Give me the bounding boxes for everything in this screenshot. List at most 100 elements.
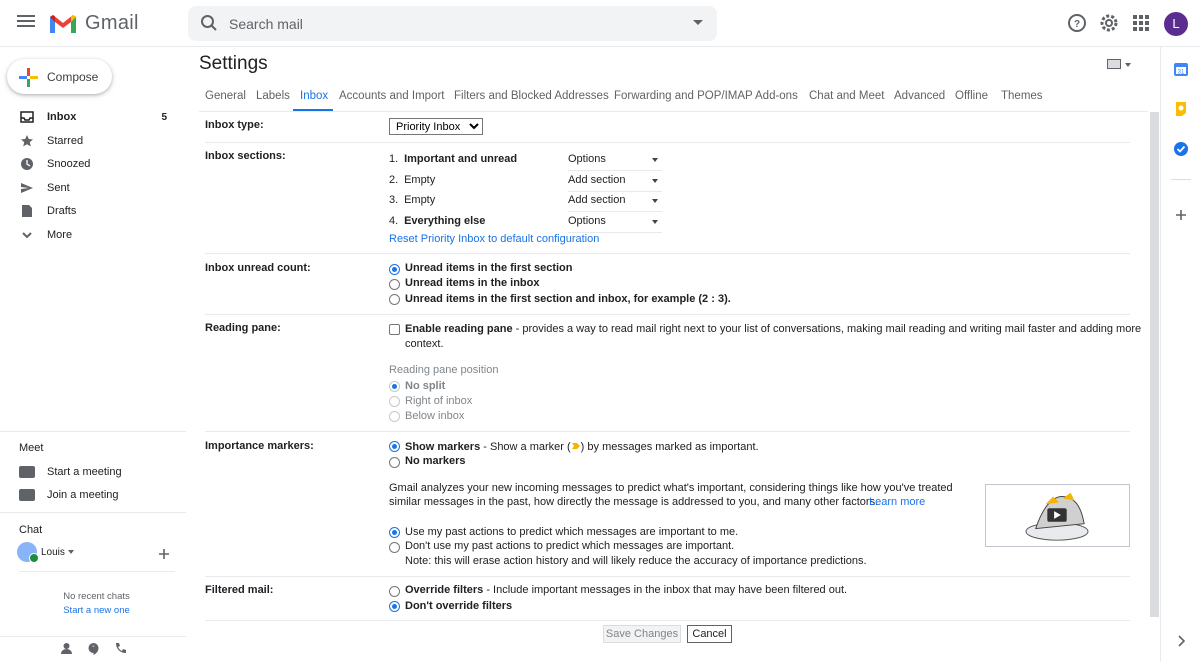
nav-item-starred[interactable]: Starred [0,130,180,152]
side-panel: 31 [1160,47,1200,662]
tab-themes[interactable]: Themes [1001,90,1043,102]
position-option-label: Right of inbox [405,395,473,407]
inbox-sections-label: Inbox sections: [205,150,286,162]
importance-video-thumbnail[interactable] [985,484,1130,547]
section-1-options-dropdown[interactable]: Options [568,153,662,171]
reading-pane-label: Reading pane: [205,322,281,334]
status-caret-icon [67,550,74,554]
unread-count-label: Inbox unread count: [205,262,311,274]
keep-icon[interactable] [1173,101,1189,117]
chevron-down-icon [22,232,32,239]
no-markers-radio[interactable] [389,457,400,468]
section-2-add-dropdown[interactable]: Add section [568,174,662,192]
show-markers-radio[interactable] [389,441,400,452]
main-menu-icon[interactable] [14,12,38,36]
tab-add-ons[interactable]: Add-ons [755,90,798,102]
search-icon[interactable] [200,14,218,32]
dont-use-past-actions-radio[interactable] [389,542,400,553]
gmail-wordmark: Gmail [85,12,139,34]
phone-icon[interactable] [114,642,127,655]
nav-item-inbox[interactable]: Inbox 5 [0,106,180,128]
right-of-inbox-radio[interactable] [389,396,400,407]
nav-item-label: Snoozed [47,158,91,170]
nav-item-more[interactable]: More [0,224,180,246]
tab-offline[interactable]: Offline [955,90,988,102]
unread-inbox-radio[interactable] [389,279,400,290]
nav-item-label: Inbox [47,111,77,123]
bottom-divider [0,636,186,637]
search-input[interactable] [229,14,669,34]
input-tools-caret-icon[interactable] [1125,63,1131,67]
section-name: Empty [404,194,436,206]
compose-button[interactable]: Compose [7,59,112,94]
apps-grid-icon[interactable] [1130,12,1152,34]
support-icon[interactable]: ? [1066,12,1088,34]
calendar-icon[interactable]: 31 [1173,61,1189,77]
section-number: 4. [389,215,399,227]
row-divider [205,142,1130,143]
start-meeting-link[interactable]: Start a meeting [19,466,122,478]
active-tab-indicator [293,109,333,111]
chat-user-name: Louis [41,546,65,558]
show-markers-title: Show markers [405,441,481,453]
no-split-radio[interactable] [389,381,400,392]
filtered-mail-label: Filtered mail: [205,584,274,596]
override-filters-radio[interactable] [389,586,400,597]
section-row-4: 4. Everything else [389,215,485,227]
unread-option-label: Unread items in the first section and in… [405,293,731,305]
chat-user-status[interactable]: Louis [17,542,74,563]
reset-priority-inbox-link[interactable]: Reset Priority Inbox to default configur… [389,233,599,245]
no-chats-text: No recent chats [63,591,130,602]
svg-text:31: 31 [1178,70,1185,76]
account-avatar[interactable]: L [1164,12,1188,36]
importance-description-line1: Gmail analyzes your new incoming message… [389,482,953,494]
nav-item-sent[interactable]: Sent [0,177,180,199]
dont-use-past-actions-note: Note: this will erase action history and… [405,555,867,567]
settings-gear-icon[interactable] [1098,12,1120,34]
tab-inbox[interactable]: Inbox [300,90,328,102]
learn-more-link[interactable]: Learn more [869,496,925,508]
tab-general[interactable]: General [205,90,246,102]
tab-filters-blocked[interactable]: Filters and Blocked Addresses [454,90,609,102]
tab-chat-meet[interactable]: Chat and Meet [809,90,884,102]
below-inbox-radio[interactable] [389,411,400,422]
video-preview-image [1025,492,1089,541]
new-chat-plus-icon[interactable] [158,548,170,560]
unread-option-label: Unread items in the first section [405,262,573,274]
chevron-right-icon[interactable] [1173,633,1189,649]
unread-first-section-radio[interactable] [389,264,400,275]
use-past-actions-label: Use my past actions to predict which mes… [405,526,739,538]
inbox-icon [20,111,34,123]
contacts-icon[interactable] [60,642,73,655]
position-option-label: Below inbox [405,410,465,422]
search-options-icon[interactable] [693,20,703,25]
row-divider [205,431,1130,432]
tab-advanced[interactable]: Advanced [894,90,945,102]
gmail-logo[interactable]: Gmail [48,12,139,35]
keyboard-lang-icon[interactable] [1107,59,1121,69]
start-new-chat-link[interactable]: Start a new one [19,604,174,618]
join-meeting-link[interactable]: Join a meeting [19,489,119,501]
tab-forwarding-pop[interactable]: Forwarding and POP/IMAP [614,90,753,102]
video-camera-icon [19,466,35,478]
bottom-toolbar: " [60,642,127,655]
settings-scrollbar-thumb[interactable] [1150,112,1159,617]
save-changes-button[interactable]: Save Changes [603,625,681,643]
gmail-m-icon [50,14,76,33]
cancel-button[interactable]: Cancel [687,625,732,643]
tasks-icon[interactable] [1173,141,1189,157]
inbox-type-select[interactable]: Priority Inbox [389,118,483,135]
dont-override-filters-radio[interactable] [389,601,400,612]
importance-marker-icon [571,443,580,449]
nav-item-snoozed[interactable]: Snoozed [0,153,180,175]
nav-item-drafts[interactable]: Drafts [0,200,180,222]
enable-reading-pane-checkbox[interactable] [389,324,400,335]
tab-accounts-import[interactable]: Accounts and Import [339,90,444,102]
hangouts-icon[interactable]: " [87,642,100,655]
unread-both-radio[interactable] [389,294,400,305]
section-4-options-dropdown[interactable]: Options [568,215,662,233]
section-3-add-dropdown[interactable]: Add section [568,194,662,212]
add-addon-plus-icon[interactable] [1173,207,1189,223]
use-past-actions-radio[interactable] [389,527,400,538]
tab-labels[interactable]: Labels [256,90,290,102]
